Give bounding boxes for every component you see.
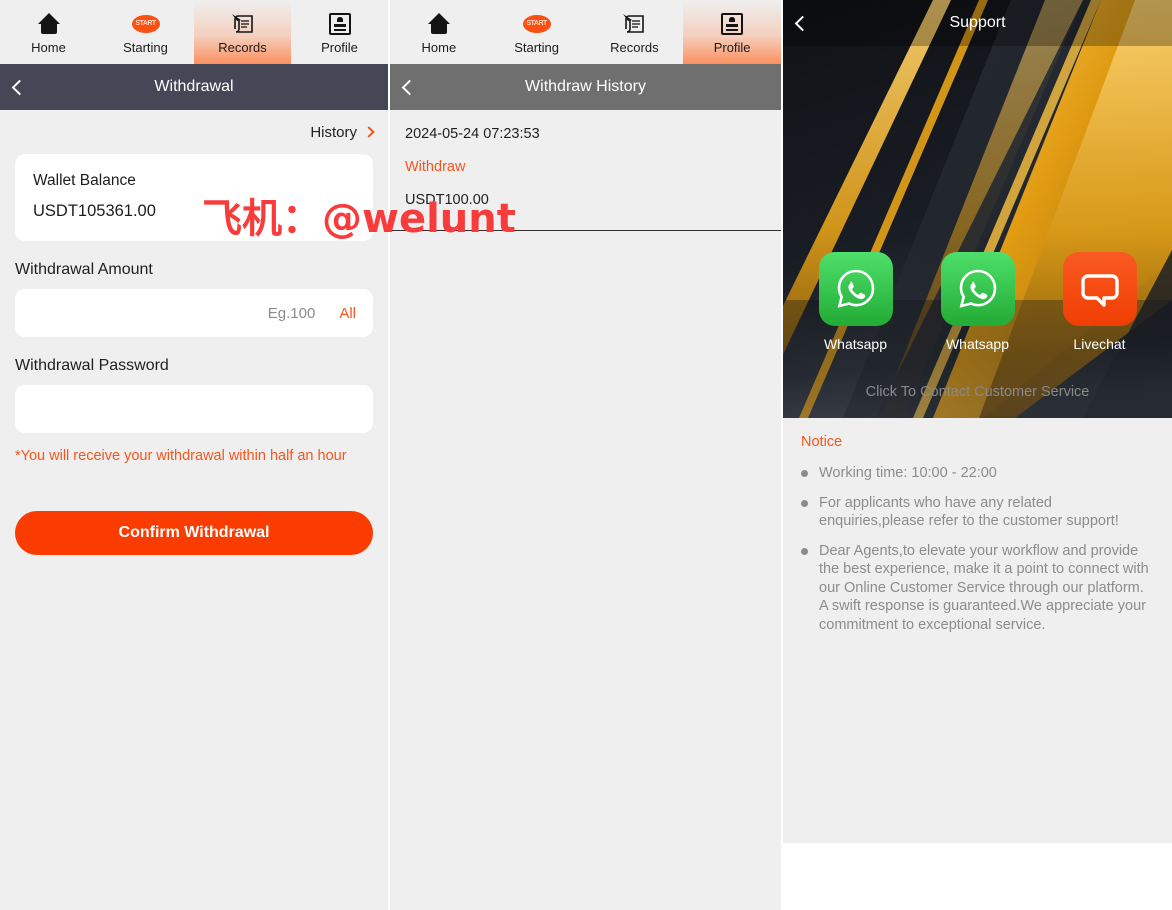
notice-item: Working time: 10:00 - 22:00 — [801, 464, 1154, 483]
tab-label-profile-2: Profile — [713, 39, 751, 55]
starting-oval-icon: START — [131, 11, 160, 37]
tab-records-2[interactable]: Records — [586, 0, 684, 64]
all-button[interactable]: All — [339, 305, 356, 322]
contact-whatsapp-2[interactable]: Whatsapp — [940, 252, 1015, 352]
withdrawal-amount-label: Withdrawal Amount — [15, 261, 153, 278]
history-list: 2024-05-24 07:23:53 Withdraw USDT100.00 — [390, 110, 781, 231]
home-icon — [427, 11, 451, 37]
history-navbar: Withdraw History — [390, 64, 781, 110]
chat-bubble-icon — [1062, 252, 1137, 326]
panel-support: Support Whatsapp Whatsapp Livechat Click… — [783, 0, 1172, 843]
profile-card-icon — [721, 11, 744, 37]
tab-profile-2[interactable]: Profile — [683, 0, 781, 64]
withdrawal-title: Withdrawal — [154, 78, 234, 95]
tab-label-starting-2: Starting — [514, 39, 560, 55]
contact-label: Whatsapp — [823, 336, 888, 352]
notice-item: For applicants who have any related enqu… — [801, 494, 1154, 531]
panel-withdraw-history: Home START Starting Records Profile With… — [390, 0, 781, 910]
support-hero: Support Whatsapp Whatsapp Livechat Click… — [783, 0, 1172, 418]
withdrawal-body: History Wallet Balance USDT105361.00 Wit… — [0, 110, 388, 556]
wallet-balance-label: Wallet Balance — [33, 172, 136, 189]
whatsapp-icon — [818, 252, 893, 326]
chevron-right-icon — [363, 126, 375, 138]
withdrawal-navbar: Withdrawal — [0, 64, 388, 110]
contact-label: Livechat — [1073, 336, 1126, 352]
tab-label-starting: Starting — [123, 39, 168, 55]
confirm-withdrawal-button[interactable]: Confirm Withdrawal — [15, 511, 373, 556]
tab-label-home: Home — [31, 39, 66, 55]
screenshot-root: Home START Starting Records Profile With… — [0, 0, 1172, 910]
tab-records[interactable]: Records — [194, 0, 291, 64]
contact-livechat[interactable]: Livechat — [1062, 252, 1137, 352]
chevron-left-icon — [401, 79, 418, 95]
records-scroll-icon — [621, 11, 647, 37]
history-date: 2024-05-24 07:23:53 — [405, 126, 540, 142]
contact-label: Whatsapp — [945, 336, 1010, 352]
tab-label-profile: Profile — [321, 39, 358, 55]
support-title: Support — [949, 14, 1006, 31]
support-contacts: Whatsapp Whatsapp Livechat — [783, 252, 1172, 352]
withdrawal-amount-row: All — [15, 289, 373, 337]
home-icon — [37, 11, 61, 37]
wallet-balance-value: USDT105361.00 — [33, 202, 156, 220]
tab-label-records: Records — [218, 39, 267, 55]
support-navbar: Support — [783, 0, 1172, 46]
gold-stripes-decoration — [783, 0, 1172, 418]
tab-label-records-2: Records — [610, 39, 659, 55]
withdrawal-password-label: Withdrawal Password — [15, 357, 169, 374]
panel-withdrawal: Home START Starting Records Profile With… — [0, 0, 388, 910]
tabbar-primary: Home START Starting Records Profile — [0, 0, 388, 64]
tab-label-home-2: Home — [421, 39, 457, 55]
records-scroll-icon — [230, 11, 256, 37]
withdrawal-amount-input[interactable] — [15, 289, 316, 337]
back-button-history[interactable] — [401, 64, 430, 110]
history-type: Withdraw — [405, 159, 466, 175]
contact-cta-text: Click To Contact Customer Service — [865, 384, 1090, 400]
history-title: Withdraw History — [525, 78, 646, 95]
chevron-left-icon — [794, 15, 811, 31]
withdrawal-password-input[interactable] — [15, 385, 373, 433]
tab-home-2[interactable]: Home — [390, 0, 488, 64]
tab-starting-2[interactable]: START Starting — [488, 0, 586, 64]
profile-card-icon — [328, 11, 351, 37]
history-row[interactable]: 2024-05-24 07:23:53 Withdraw USDT100.00 — [390, 110, 781, 231]
back-button-withdrawal[interactable] — [11, 64, 40, 110]
starting-oval-icon: START — [522, 11, 551, 37]
back-button-support[interactable] — [794, 0, 823, 46]
wallet-balance-card: Wallet Balance USDT105361.00 — [15, 154, 373, 241]
history-link[interactable]: History — [15, 110, 375, 154]
contact-whatsapp-1[interactable]: Whatsapp — [818, 252, 893, 352]
tab-home[interactable]: Home — [0, 0, 97, 64]
withdrawal-warning: *You will receive your withdrawal within… — [15, 448, 347, 464]
notice-section: Notice Working time: 10:00 - 22:00 For a… — [783, 418, 1172, 635]
notice-title: Notice — [801, 434, 843, 450]
notice-list: Working time: 10:00 - 22:00 For applican… — [801, 464, 1154, 634]
history-link-label: History — [310, 123, 357, 141]
whatsapp-icon — [940, 252, 1015, 326]
chevron-left-icon — [11, 79, 28, 95]
tab-starting[interactable]: START Starting — [97, 0, 194, 64]
tab-profile[interactable]: Profile — [291, 0, 388, 64]
tabbar-secondary: Home START Starting Records Profile — [390, 0, 781, 64]
notice-item: Dear Agents,to elevate your workflow and… — [801, 542, 1154, 635]
history-amount: USDT100.00 — [405, 192, 489, 208]
